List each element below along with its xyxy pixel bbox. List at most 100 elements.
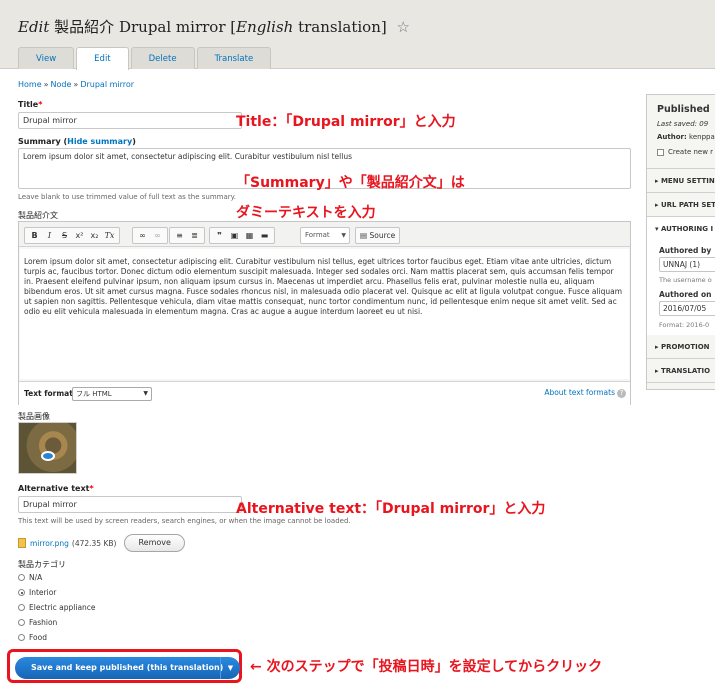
publish-status: Published	[657, 104, 710, 115]
section-label: AUTHORING I	[660, 225, 714, 233]
toolbar-group-basic: B I S x² x₂ Tx	[24, 227, 120, 244]
section-label: URL PATH SET	[660, 201, 715, 209]
editor-toolbar: B I S x² x₂ Tx ∞ ∞ ≡ ≣ ❞ ▣ ▦ ▬ Format ▼ ▤…	[19, 222, 630, 247]
title-lang: English	[236, 18, 294, 36]
sidebar-section-translation[interactable]: ▸ TRANSLATIO	[647, 359, 715, 383]
tab-view[interactable]: View	[18, 47, 75, 69]
radio-icon[interactable]	[18, 634, 25, 641]
format-dropdown-label: Format	[305, 231, 330, 239]
help-icon: ?	[617, 389, 626, 398]
breadcrumb-home[interactable]: Home	[18, 80, 42, 89]
document-icon: ▤	[360, 231, 368, 240]
table-icon[interactable]: ▦	[242, 228, 257, 243]
bulleted-list-icon[interactable]: ≡	[172, 228, 187, 243]
last-saved: Last saved: 09	[657, 120, 708, 128]
category-option[interactable]: Interior	[18, 588, 56, 597]
remove-button[interactable]: Remove	[124, 534, 185, 552]
required-marker: *	[38, 100, 43, 109]
tab-edit[interactable]: Edit	[76, 47, 129, 70]
page-header: Edit 製品紹介 Drupal mirror [English transla…	[0, 0, 715, 70]
category-option[interactable]: Fashion	[18, 618, 57, 627]
required-marker: *	[89, 484, 94, 493]
text-format-row: Text format フル HTML ▼ About text formats?	[19, 381, 630, 405]
tab-translate[interactable]: Translate	[196, 47, 272, 69]
title-node: Drupal mirror	[118, 18, 226, 36]
alt-text-label: Alternative text*	[18, 484, 94, 493]
authored-by-input[interactable]: UNNAJ (1)	[659, 257, 715, 272]
star-icon[interactable]: ☆	[396, 18, 409, 36]
superscript-button[interactable]: x²	[72, 228, 87, 243]
title-input[interactable]: Drupal mirror	[18, 112, 242, 129]
category-option-label: N/A	[29, 573, 43, 582]
chevron-down-icon: ▼	[143, 390, 148, 397]
category-option[interactable]: Electric appliance	[18, 603, 96, 612]
format-dropdown[interactable]: Format ▼	[300, 227, 350, 244]
body-label: 製品紹介文	[18, 211, 58, 220]
save-button[interactable]: Save and keep published (this translatio…	[15, 657, 240, 679]
body-editor: B I S x² x₂ Tx ∞ ∞ ≡ ≣ ❞ ▣ ▦ ▬ Format ▼ ▤…	[18, 221, 631, 405]
source-button[interactable]: ▤ Source	[355, 227, 401, 244]
section-label: MENU SETTIN	[660, 177, 715, 185]
chevron-down-icon: ▼	[341, 232, 346, 239]
horizontal-line-icon[interactable]: ▬	[257, 228, 272, 243]
bold-button[interactable]: B	[27, 228, 42, 243]
alt-text-annotation: Alternative text：「Drupal mirror」と入力	[236, 501, 546, 517]
strike-button[interactable]: S	[57, 228, 72, 243]
category-option[interactable]: Food	[18, 633, 47, 642]
radio-icon[interactable]	[18, 604, 25, 611]
sidebar-section-menu[interactable]: ▸ MENU SETTIN	[647, 169, 715, 193]
summary-annotation-1: 「Summary」や「製品紹介文」は	[236, 175, 465, 191]
chevron-down-icon[interactable]: ▼	[220, 657, 240, 679]
sidebar: Published Last saved: 09 Author: kenppa …	[646, 94, 715, 390]
file-link[interactable]: mirror.png	[30, 539, 69, 548]
hide-summary-link[interactable]: Hide summary	[67, 137, 132, 146]
breadcrumb-node[interactable]: Node	[51, 80, 72, 89]
create-revision-label: Create new r	[668, 148, 714, 156]
checkbox-icon[interactable]	[657, 148, 664, 156]
authored-on-input[interactable]: 2016/07/05	[659, 301, 715, 316]
radio-icon[interactable]	[18, 574, 25, 581]
breadcrumb: Home» Node» Drupal mirror	[18, 80, 134, 89]
title-annotation: Title：「Drupal mirror」と入力	[236, 114, 456, 130]
category-option-label: Electric appliance	[29, 603, 96, 612]
toolbar-group-link: ∞ ∞	[132, 227, 168, 244]
summary-label: Summary (Hide summary)	[18, 137, 136, 146]
blockquote-icon[interactable]: ❞	[212, 228, 227, 243]
radio-icon[interactable]	[18, 619, 25, 626]
alt-text-input[interactable]: Drupal mirror	[18, 496, 242, 513]
sidebar-section-url[interactable]: ▸ URL PATH SET	[647, 193, 715, 217]
create-revision-checkbox[interactable]: Create new r	[657, 148, 713, 156]
authored-by-description: The username o	[659, 276, 712, 284]
file-icon	[18, 538, 26, 548]
section-label: TRANSLATIO	[660, 367, 711, 375]
clear-format-button[interactable]: Tx	[102, 228, 117, 243]
breadcrumb-current[interactable]: Drupal mirror	[80, 80, 134, 89]
numbered-list-icon[interactable]: ≣	[187, 228, 202, 243]
radio-icon[interactable]	[18, 589, 25, 596]
subscript-button[interactable]: x₂	[87, 228, 102, 243]
alt-text-label-text: Alternative text	[18, 484, 90, 493]
category-option[interactable]: N/A	[18, 573, 42, 582]
tab-delete[interactable]: Delete	[130, 47, 195, 69]
breadcrumb-sep: »	[43, 80, 49, 89]
toolbar-group-list: ≡ ≣	[169, 227, 205, 244]
body-editor-content[interactable]: Lorem ipsum dolor sit amet, consectetur …	[20, 249, 629, 379]
title-edit: Edit	[18, 18, 50, 36]
page-title: Edit 製品紹介 Drupal mirror [English transla…	[18, 16, 410, 37]
product-image-thumbnail[interactable]	[18, 422, 77, 474]
link-icon[interactable]: ∞	[135, 228, 150, 243]
italic-button[interactable]: I	[42, 228, 57, 243]
mirror-picture	[41, 451, 55, 461]
image-label: 製品画像	[18, 412, 50, 421]
about-text-formats-link[interactable]: About text formats?	[544, 388, 626, 398]
sidebar-section-promotion[interactable]: ▸ PROMOTION	[647, 335, 715, 359]
author: Author: kenppa	[657, 133, 715, 141]
unlink-icon[interactable]: ∞	[150, 228, 165, 243]
text-format-select[interactable]: フル HTML ▼	[72, 387, 152, 401]
last-saved-label: Last saved:	[657, 120, 697, 128]
category-label: 製品カテゴリ	[18, 560, 66, 569]
image-icon[interactable]: ▣	[227, 228, 242, 243]
tabs: View Edit Delete Translate	[18, 47, 273, 70]
author-label: Author:	[657, 133, 687, 141]
about-text-formats-label: About text formats	[544, 388, 615, 397]
